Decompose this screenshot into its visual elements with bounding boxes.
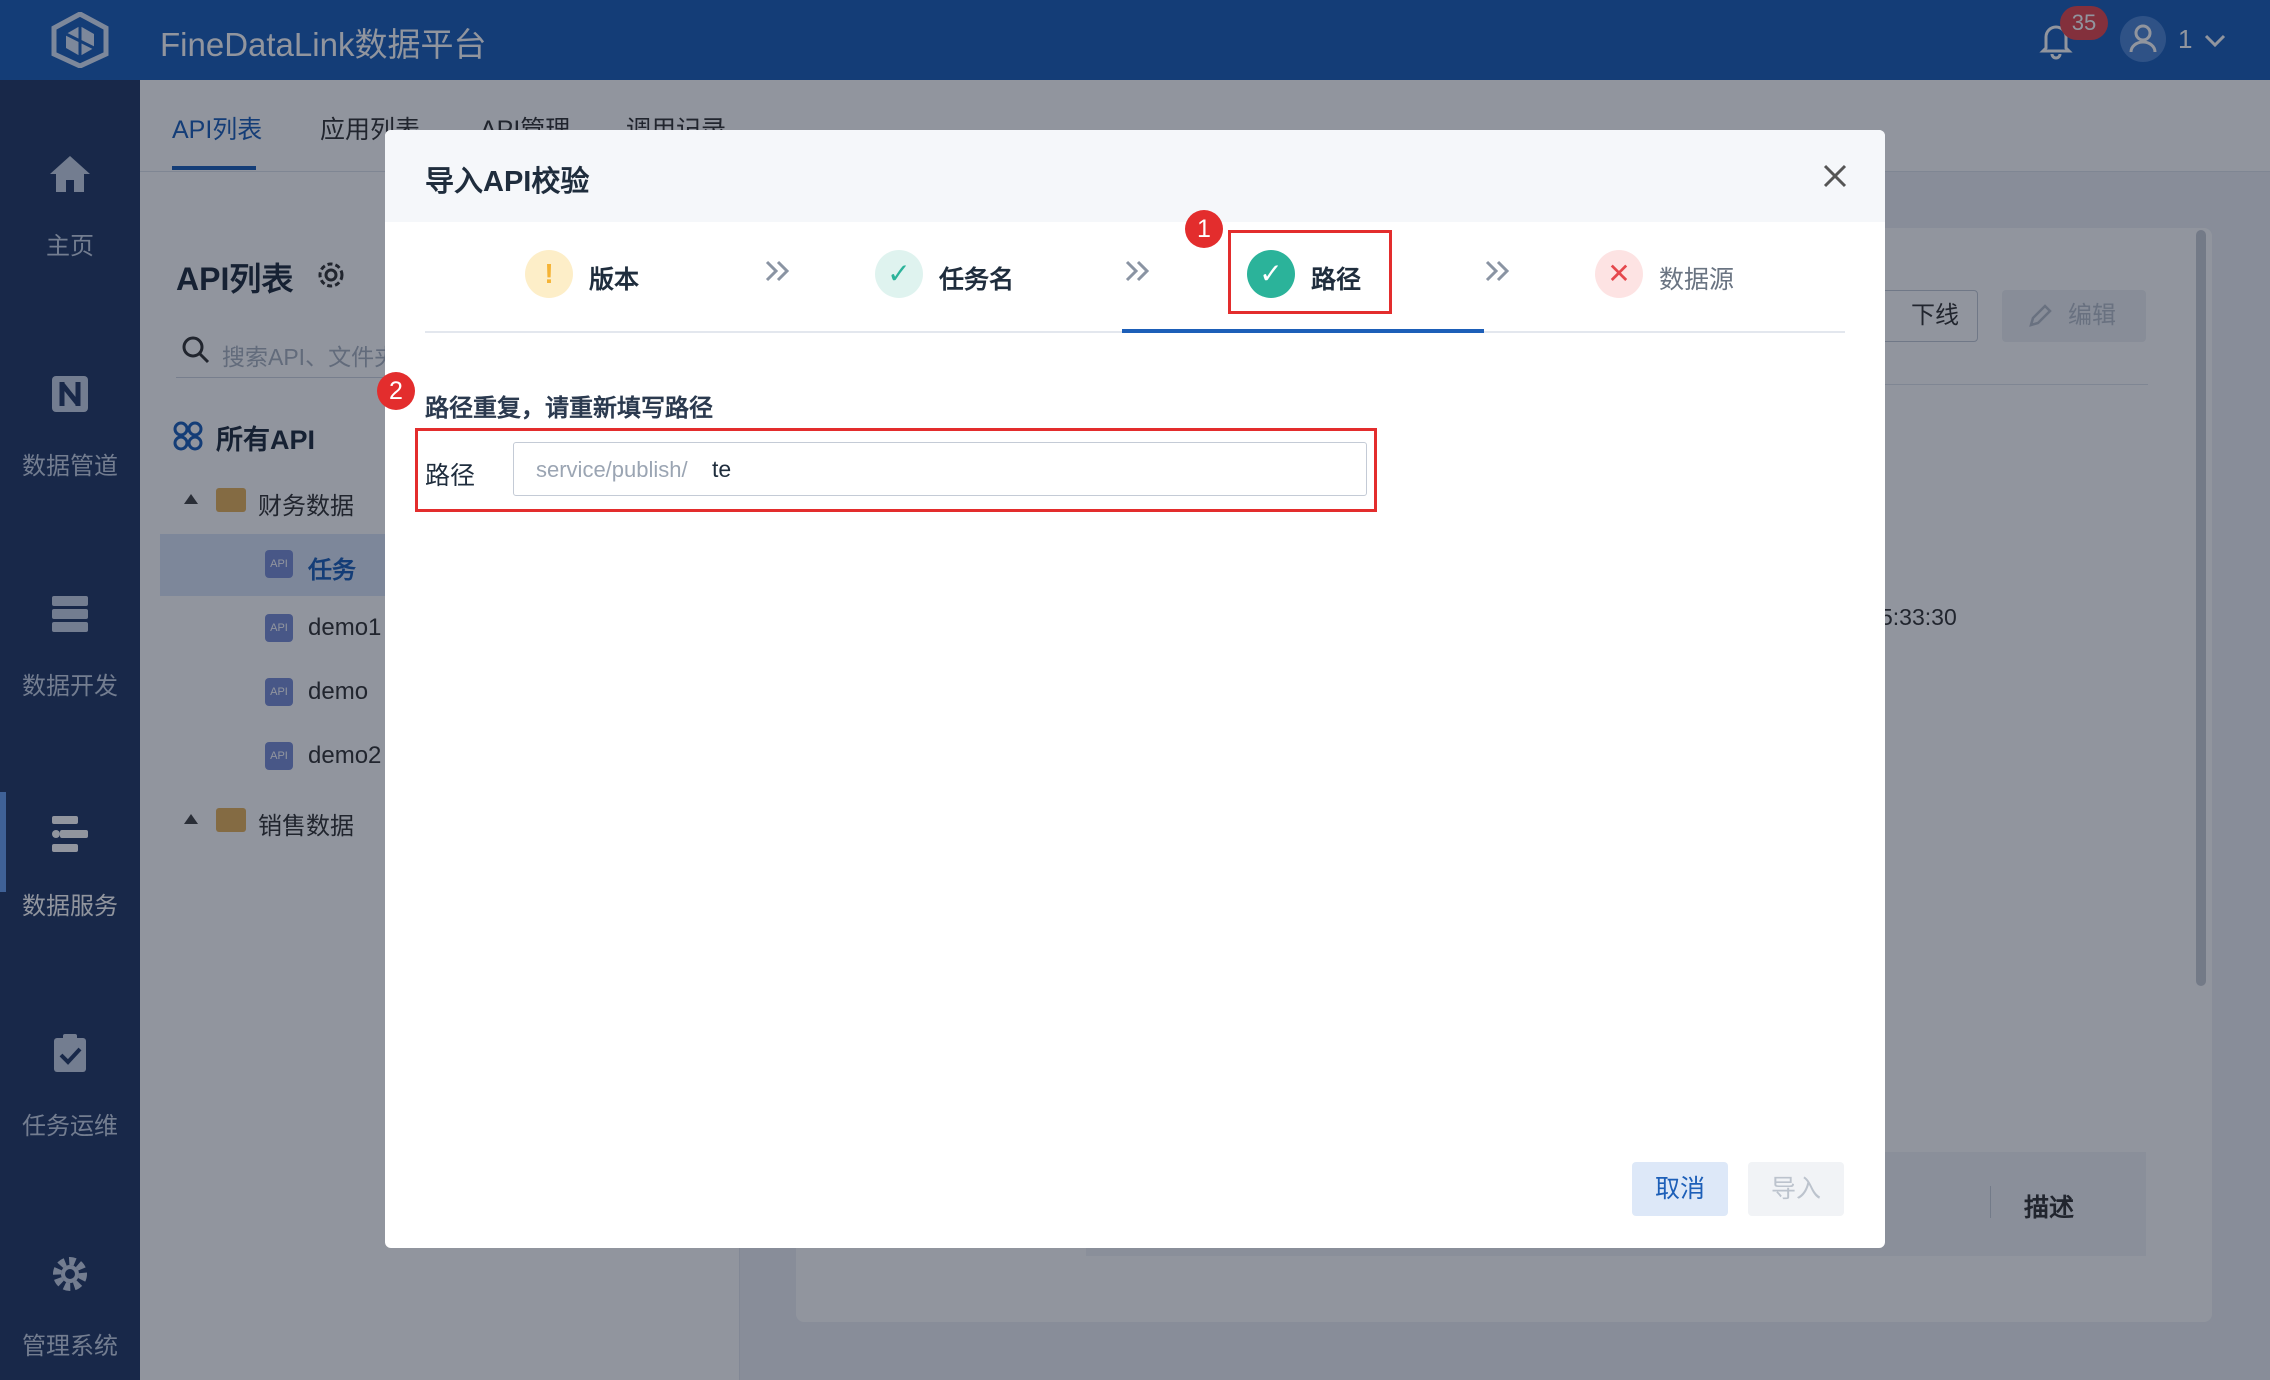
import-api-check-dialog: 导入API校验 ! 版本 ✓ 任务名 ✓ 路径 ✕ 数据源 1 2 路径重复，请… xyxy=(377,130,1885,1248)
annotation-marker: 2 xyxy=(377,372,415,410)
step-version[interactable]: ! 版本 xyxy=(525,250,685,350)
step-label: 数据源 xyxy=(1659,266,1735,294)
cancel-button[interactable]: 取消 xyxy=(1632,1162,1728,1216)
step-datasource[interactable]: ✕ 数据源 xyxy=(1595,250,1775,350)
step-label: 版本 xyxy=(589,266,640,294)
step-task-name[interactable]: ✓ 任务名 xyxy=(875,250,1055,350)
step-label: 任务名 xyxy=(939,266,1015,294)
path-input[interactable]: service/publish/ te xyxy=(513,442,1367,496)
dialog-header: 导入API校验 xyxy=(385,130,1885,222)
check-icon: ✓ xyxy=(875,250,923,298)
annotation-marker: 1 xyxy=(1185,210,1223,248)
double-chevron-right-icon xyxy=(765,260,790,282)
warning-icon: ! xyxy=(525,250,573,298)
error-message: 路径重复，请重新填写路径 xyxy=(425,395,713,422)
highlight-box-step xyxy=(1228,230,1392,314)
path-value[interactable]: te xyxy=(712,456,731,483)
path-field-label: 路径 xyxy=(425,462,476,490)
close-icon[interactable] xyxy=(1815,156,1855,196)
double-chevron-right-icon xyxy=(1125,260,1150,282)
error-x-icon: ✕ xyxy=(1595,250,1643,298)
path-prefix: service/publish/ xyxy=(536,457,688,482)
import-button[interactable]: 导入 xyxy=(1748,1162,1844,1216)
dialog-title: 导入API校验 xyxy=(425,166,590,198)
double-chevron-right-icon xyxy=(1485,260,1510,282)
